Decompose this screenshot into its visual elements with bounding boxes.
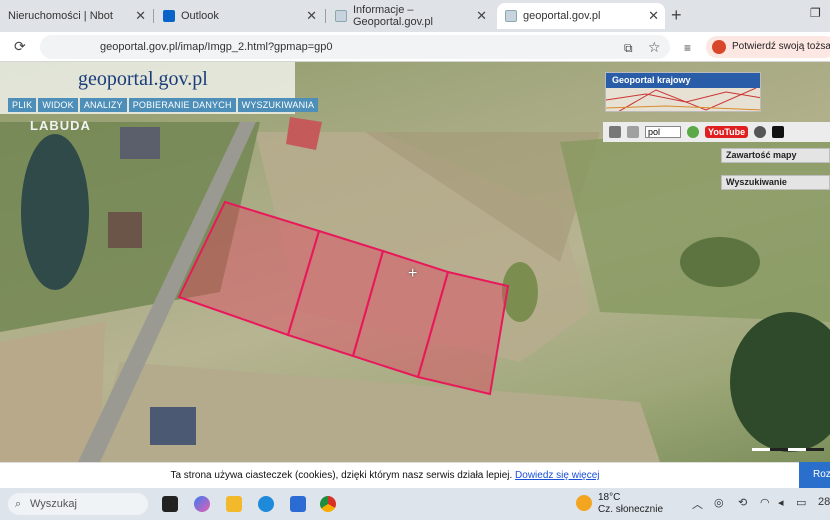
store-icon[interactable] <box>290 496 306 512</box>
place-label: LABUDA <box>30 118 91 133</box>
overview-map-roads <box>606 88 760 111</box>
edge-icon[interactable] <box>258 496 274 512</box>
reading-list-icon[interactable]: ≡ <box>684 41 691 55</box>
tab-label: Outlook <box>181 10 219 22</box>
chrome-icon[interactable] <box>320 496 336 512</box>
verify-identity-button[interactable]: Potwierdź swoją tożsamoś <box>706 36 830 58</box>
weather-sun-icon <box>576 495 592 511</box>
map-contents-title: Zawartość mapy <box>726 150 797 160</box>
legend-icon[interactable] <box>627 126 639 138</box>
address-bar[interactable]: geoportal.gov.pl/imap/Imgp_2.html?gpmap=… <box>40 35 670 59</box>
verify-identity-label: Potwierdź swoją tożsamoś <box>732 41 830 52</box>
tray-sync-icon[interactable]: ⟲ <box>738 496 747 509</box>
tab-label: geoportal.gov.pl <box>523 10 601 22</box>
search-icon: ⌕ <box>15 498 22 510</box>
outlook-icon <box>163 10 175 22</box>
weather-temp: 18°C <box>598 492 621 503</box>
windows-taskbar: ⌕ Wyszukaj 18°C Cz. słonecznie ︿ ◎ ⟲ ◠ ◂… <box>0 488 830 520</box>
cookie-text: Ta strona używa ciasteczek (cookies), dz… <box>170 470 513 481</box>
copilot-icon[interactable] <box>194 496 210 512</box>
tab-separator <box>153 9 154 23</box>
cookie-accept-button[interactable]: Roz <box>799 462 830 488</box>
url-text: geoportal.gov.pl/imap/Imgp_2.html?gpmap=… <box>100 41 333 53</box>
close-icon[interactable]: ✕ <box>476 8 487 24</box>
language-select[interactable]: pol <box>645 126 681 138</box>
tray-chevron-up-icon[interactable]: ︿ <box>692 496 703 512</box>
building <box>120 127 160 159</box>
install-app-icon[interactable]: ⧉ <box>624 41 633 56</box>
bookmark-star-icon[interactable]: ☆ <box>648 39 661 56</box>
geoportal-icon <box>335 10 347 22</box>
cookie-learn-more-link[interactable]: Dowiedz się więcej <box>515 470 599 481</box>
next-arrow-icon[interactable] <box>772 126 785 138</box>
tab-strip: Nieruchomości | Nbot ✕ Outlook ✕ Informa… <box>0 0 830 32</box>
new-tab-plus-icon[interactable]: + <box>671 5 682 26</box>
search-placeholder: Wyszukaj <box>30 498 77 510</box>
geoportal-toolbar: pol YouTube <box>603 122 830 142</box>
browser-toolbar: ⟳ geoportal.gov.pl/imap/Imgp_2.html?gpma… <box>0 32 830 62</box>
tab-label: Nieruchomości | Nbot <box>8 10 113 22</box>
weather-desc: Cz. słonecznie <box>598 504 664 515</box>
battery-icon[interactable]: ▭ <box>796 496 806 509</box>
tab-informacje[interactable]: Informacje – Geoportal.gov.pl ✕ <box>327 3 493 29</box>
scale-bar <box>752 448 824 451</box>
menu-pobieranie-danych[interactable]: POBIERANIE DANYCH <box>128 98 236 112</box>
menu-analizy[interactable]: ANALIZY <box>79 98 127 112</box>
tree-patch <box>680 237 760 287</box>
taskbar-search[interactable]: ⌕ Wyszukaj <box>8 493 148 515</box>
reload-icon[interactable]: ⟳ <box>14 38 26 55</box>
menu-wyszukiwania[interactable]: WYSZUKIWANIA <box>237 98 319 112</box>
geoportal-menu: PLIK WIDOK ANALIZY POBIERANIE DANYCH WYS… <box>8 98 319 112</box>
tab-label: Informacje – Geoportal.gov.pl <box>353 4 433 28</box>
building-roof <box>286 117 322 150</box>
forest-patch <box>730 312 830 452</box>
file-explorer-icon[interactable] <box>226 496 242 512</box>
tab-nbot[interactable]: Nieruchomości | Nbot ✕ <box>0 3 152 29</box>
tray-app-icon[interactable]: ◎ <box>714 496 724 509</box>
building <box>108 212 142 248</box>
window-restore-icon[interactable]: ❐ <box>810 6 821 20</box>
clock[interactable]: 28 <box>818 496 830 508</box>
map-crosshair-icon: + <box>408 265 418 282</box>
geoportal-icon <box>505 10 517 22</box>
youtube-button[interactable]: YouTube <box>705 126 749 138</box>
search-panel-title: Wyszukiwanie <box>726 177 787 187</box>
task-view-icon[interactable] <box>162 496 178 512</box>
help-icon[interactable] <box>687 126 699 138</box>
building <box>150 407 196 445</box>
tab-outlook[interactable]: Outlook ✕ <box>155 3 323 29</box>
wifi-icon[interactable]: ◠ <box>760 496 770 509</box>
geoportal-logo[interactable]: geoportal.gov.pl <box>78 68 208 91</box>
close-icon[interactable]: ✕ <box>648 8 659 24</box>
search-panel[interactable]: Wyszukiwanie <box>721 175 830 190</box>
map-contents-panel[interactable]: Zawartość mapy <box>721 148 830 163</box>
tab-geoportal-active[interactable]: geoportal.gov.pl ✕ <box>497 3 665 29</box>
close-icon[interactable]: ✕ <box>135 8 146 24</box>
tab-separator <box>325 9 326 23</box>
accessibility-icon[interactable] <box>754 126 767 138</box>
print-icon[interactable] <box>609 126 621 138</box>
cookie-bar: Ta strona używa ciasteczek (cookies), dz… <box>0 462 830 488</box>
overview-map[interactable]: Geoportal krajowy <box>605 72 761 112</box>
profile-avatar-icon <box>712 40 726 54</box>
overview-map-title: Geoportal krajowy <box>606 73 760 88</box>
close-icon[interactable]: ✕ <box>306 8 317 24</box>
menu-widok[interactable]: WIDOK <box>38 98 78 112</box>
menu-plik[interactable]: PLIK <box>8 98 37 112</box>
pond <box>21 134 89 290</box>
volume-icon[interactable]: ◂ <box>778 496 784 509</box>
